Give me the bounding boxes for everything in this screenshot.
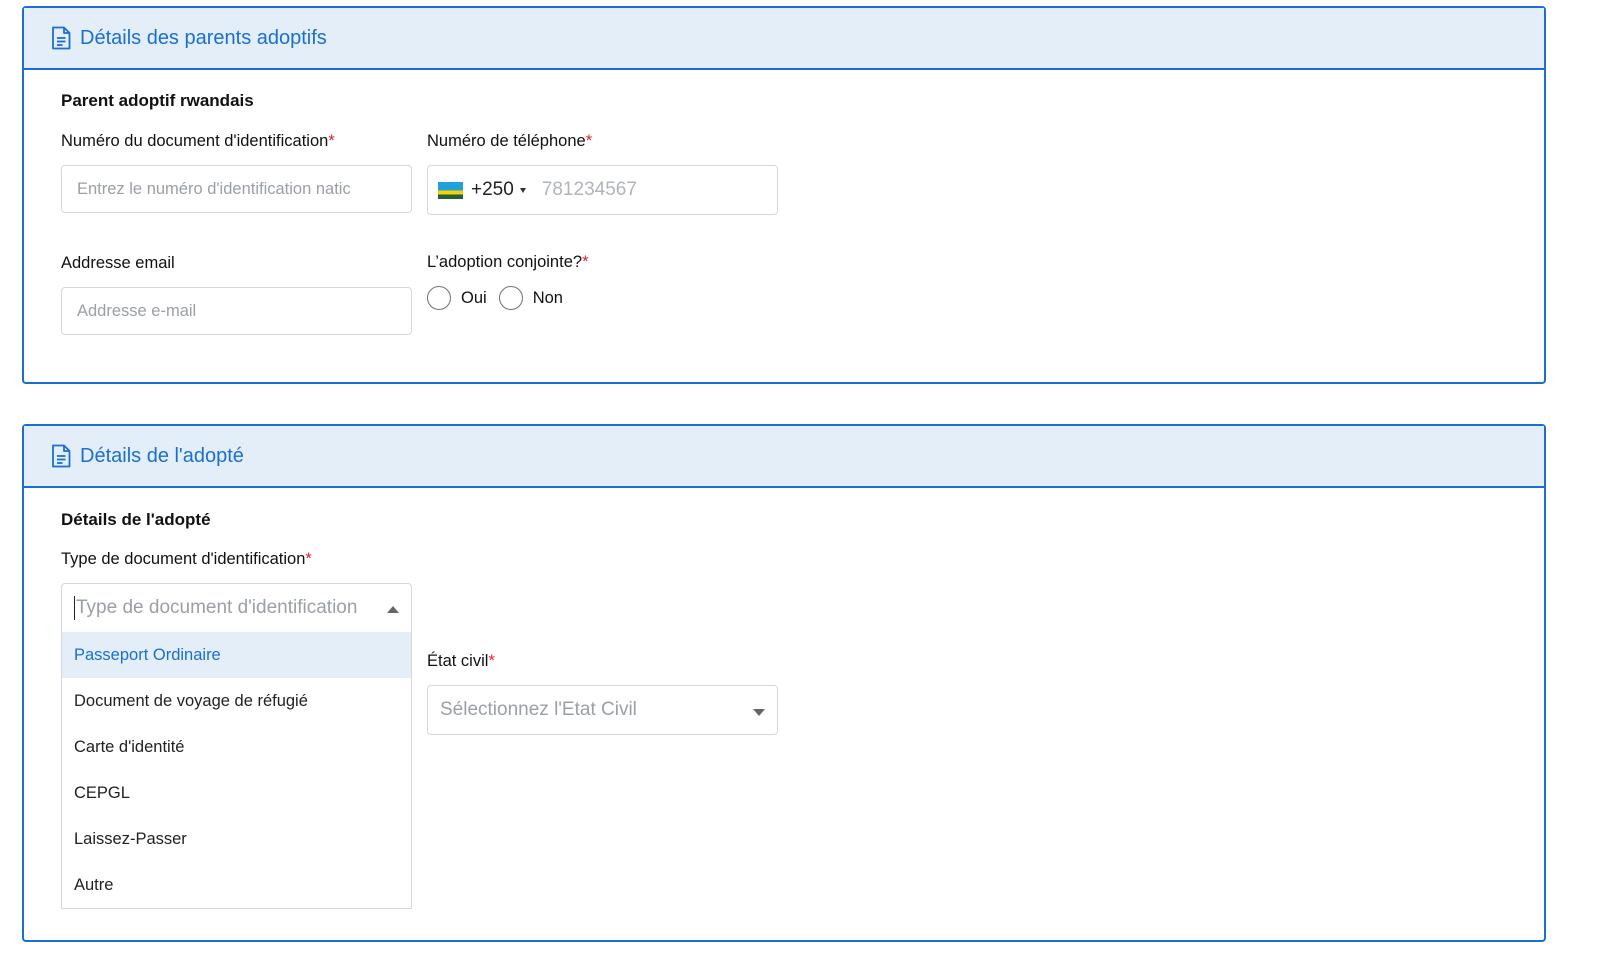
- required-mark: *: [582, 253, 589, 271]
- civil-status-label: État civil*: [427, 652, 495, 670]
- dial-code[interactable]: +250: [471, 179, 514, 201]
- section-title: Parent adoptif rwandais: [61, 91, 254, 110]
- dropdown-option[interactable]: CEPGL: [62, 770, 411, 816]
- phone-label: Numéro de téléphone*: [427, 132, 593, 150]
- id-number-placeholder: Entrez le numéro d'identification natic: [77, 179, 351, 198]
- document-icon: [52, 26, 71, 50]
- civil-status-placeholder: Sélectionnez l'Etat Civil: [440, 699, 637, 720]
- phone-input[interactable]: +250 781234567: [427, 165, 778, 215]
- dropdown-option[interactable]: Passeport Ordinaire: [62, 632, 411, 678]
- required-mark: *: [305, 550, 312, 568]
- radio-label-oui: Oui: [461, 288, 487, 307]
- email-label: Addresse email: [61, 254, 175, 272]
- adoptive-parents-card-header: Détails des parents adoptifs: [24, 8, 1544, 70]
- id-type-placeholder: Type de document d'identification: [76, 597, 358, 618]
- joint-adoption-label: L’adoption conjointe?*: [427, 253, 589, 271]
- card-title: Détails des parents adoptifs: [80, 26, 327, 49]
- document-icon: [52, 444, 71, 468]
- id-number-input[interactable]: Entrez le numéro d'identification natic: [61, 165, 412, 213]
- id-type-select[interactable]: Type de document d'identification: [61, 583, 412, 633]
- dropdown-option[interactable]: Autre: [62, 862, 411, 908]
- radio-option-non[interactable]: Non: [498, 286, 563, 310]
- email-input[interactable]: Addresse e-mail: [61, 287, 412, 335]
- radio-button-oui[interactable]: [427, 286, 451, 310]
- caret-down-icon[interactable]: [753, 709, 765, 716]
- dropdown-option[interactable]: Document de voyage de réfugié: [62, 678, 411, 724]
- card-title: Détails de l'adopté: [80, 444, 244, 467]
- email-placeholder: Addresse e-mail: [77, 301, 197, 320]
- required-mark: *: [328, 132, 335, 150]
- id-type-label: Type de document d'identification*: [61, 550, 312, 568]
- required-mark: *: [488, 652, 495, 670]
- radio-label-non: Non: [532, 288, 563, 307]
- adoptee-card-header: Détails de l'adopté: [24, 426, 1544, 488]
- dropdown-option[interactable]: Laissez-Passer: [62, 816, 411, 862]
- id-type-dropdown-menu: Passeport Ordinaire Document de voyage d…: [61, 632, 412, 909]
- required-mark: *: [585, 132, 593, 150]
- caret-up-icon[interactable]: [387, 606, 399, 613]
- joint-adoption-radio-group: Oui Non: [427, 286, 575, 310]
- id-number-label: Numéro du document d'identification*: [61, 132, 335, 150]
- phone-placeholder: 781234567: [541, 179, 637, 200]
- dropdown-option[interactable]: Carte d'identité: [62, 724, 411, 770]
- text-cursor: [74, 596, 75, 620]
- civil-status-select[interactable]: Sélectionnez l'Etat Civil: [427, 685, 778, 735]
- radio-button-non[interactable]: [498, 286, 523, 310]
- section-title: Détails de l'adopté: [61, 510, 211, 529]
- radio-option-oui[interactable]: Oui: [427, 286, 487, 310]
- country-caret-icon[interactable]: [519, 187, 526, 193]
- rwanda-flag-icon[interactable]: [438, 181, 463, 199]
